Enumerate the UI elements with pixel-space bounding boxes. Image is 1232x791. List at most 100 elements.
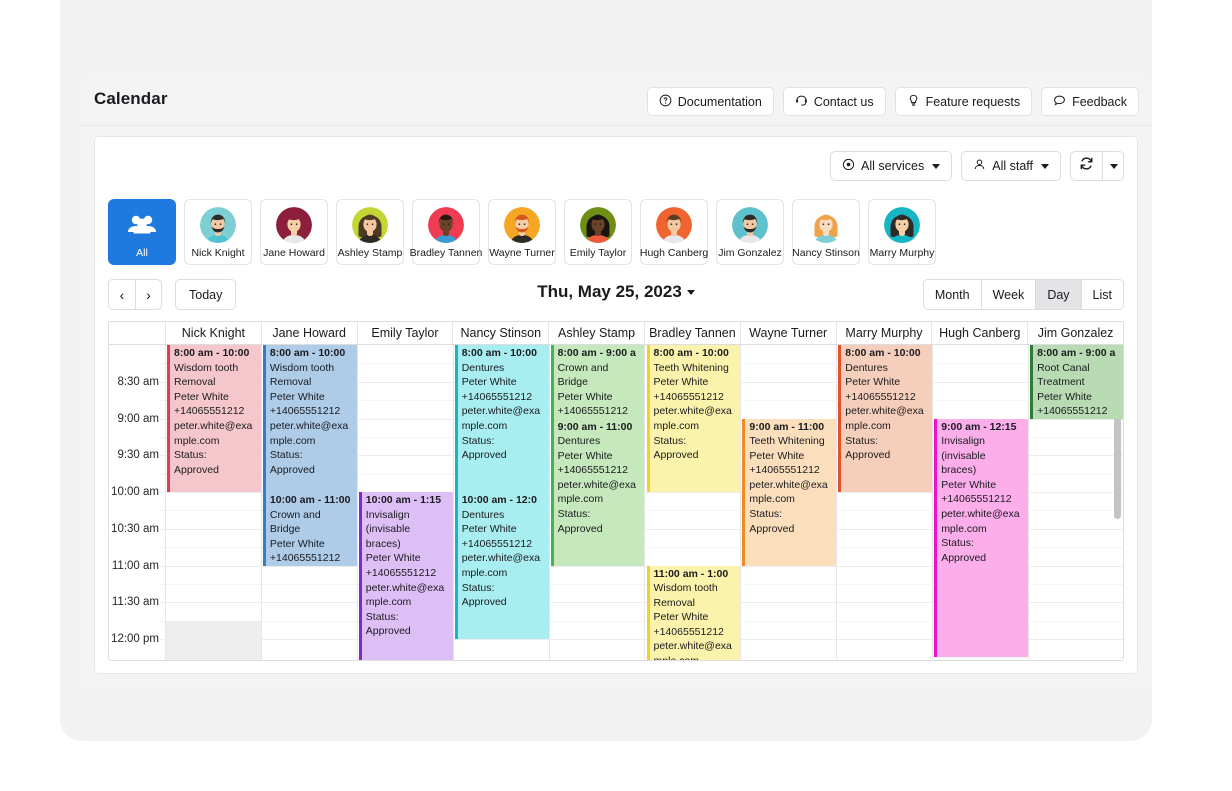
event-detail-line: Dentures (461, 361, 505, 374)
view-button-month[interactable]: Month (922, 279, 981, 310)
grid-line (160, 510, 165, 512)
all-staff-label: All staff (992, 159, 1033, 173)
staff-card-ashley-stamp[interactable]: Ashley Stamp (336, 199, 404, 265)
feature-requests-button[interactable]: Feature requests (894, 87, 1033, 116)
staff-card-label: Bradley Tannen (409, 247, 483, 259)
calendar-event[interactable]: 9:00 am - 11:00 Dentures Peter White +14065… (550, 418, 645, 566)
time-gutter-header (109, 322, 166, 344)
calendar-event[interactable]: 8:00 am - 10:00 Dentures Peter White +14065… (454, 345, 549, 492)
event-detail-line: +14065551212 (174, 405, 245, 418)
event-detail-line: mple.com (365, 596, 412, 609)
time-label: 8:30 am (117, 375, 159, 388)
avatar (352, 207, 388, 243)
event-detail-line: Approved (653, 449, 699, 462)
all-services-dropdown[interactable]: All services (830, 151, 953, 181)
staff-card-label: Jane Howard (263, 247, 325, 259)
event-detail-line: Status: (845, 434, 878, 447)
event-detail-line: Approved (461, 449, 507, 462)
contact-us-button[interactable]: Contact us (782, 87, 886, 116)
event-detail-line: (invisable (365, 523, 411, 536)
calendar-event[interactable]: 10:00 am - 12:0 Dentures Peter White +14065… (454, 492, 549, 639)
staff-card-jane-howard[interactable]: Jane Howard (260, 199, 328, 265)
question-circle-icon (659, 94, 672, 110)
grid-line (160, 565, 165, 567)
staff-card-label: Jim Gonzalez (718, 247, 782, 259)
staff-card-nick-knight[interactable]: Nick Knight (184, 199, 252, 265)
refresh-button[interactable] (1070, 151, 1102, 181)
documentation-button[interactable]: Documentation (646, 87, 774, 116)
target-icon (842, 158, 855, 174)
event-detail-line: Peter White (749, 449, 805, 462)
calendar-event[interactable]: 10:00 am - 1:15 Invisalign (invisable brace… (358, 492, 453, 660)
event-detail-line: Dentures (845, 361, 888, 374)
contact-us-label: Contact us (813, 94, 874, 109)
calendar-event[interactable]: 8:00 am - 9:00 a Crown and Bridge Peter Whi… (550, 345, 645, 419)
event-detail-line: +14065551212 (653, 625, 724, 638)
event-detail-line: mple.com (654, 654, 738, 660)
event-detail-line: Root Canal (1037, 361, 1090, 374)
calendar-event[interactable]: 9:00 am - 11:00 Teeth Whitening Peter Whit… (742, 418, 837, 566)
feature-requests-label: Feature requests (925, 94, 1021, 109)
column-header-wayne-turner: Wayne Turner (741, 322, 837, 344)
lightbulb-icon (907, 94, 920, 110)
event-detail-line: +14065551212 (269, 405, 341, 418)
calendar-event[interactable]: 8:00 am - 10:00 Teeth Whitening Peter Whit… (646, 345, 741, 492)
event-detail-line: Peter White (653, 611, 709, 624)
grid-line (160, 583, 165, 585)
staff-card-marry-murphy[interactable]: Marry Murphy (868, 199, 936, 265)
all-staff-dropdown[interactable]: All staff (961, 151, 1061, 181)
calendar-grid-body[interactable]: 8:30 am 9:00 am 9:30 am 10:00 am 10:30 am 11:… (109, 345, 1123, 660)
calendar-event[interactable]: 9:00 am - 12:15 Invisalign (invisable brace… (934, 418, 1029, 658)
event-detail-line: Wisdom tooth (174, 361, 239, 374)
view-button-week[interactable]: Week (980, 279, 1036, 310)
staff-card-bradley-tannen[interactable]: Bradley Tannen (409, 199, 483, 265)
grid-line (166, 657, 1123, 659)
feedback-button[interactable]: Feedback (1041, 87, 1139, 116)
event-time: 9:00 am - 11:00 (749, 420, 825, 433)
time-label: 12:00 pm (111, 633, 159, 645)
refresh-menu-button[interactable] (1102, 151, 1124, 181)
staff-card-wayne-turner[interactable]: Wayne Turner (488, 199, 556, 265)
calendar-event[interactable]: 8:00 am - 10:00 Wisdom tooth Removal Peter … (167, 345, 261, 492)
event-detail-line: Dentures (557, 435, 601, 448)
event-detail-line: Invisalign (941, 435, 985, 448)
time-label: 9:30 am (117, 449, 159, 462)
staff-card-jim-gonzalez[interactable]: Jim Gonzalez (716, 199, 784, 265)
calendar-card: All services All staff All Nick Knight J… (94, 136, 1138, 674)
event-detail-line: peter.white@exa (461, 405, 541, 418)
event-detail-line: Status: (365, 610, 399, 623)
staff-card-nancy-stinson[interactable]: Nancy Stinson (792, 199, 860, 265)
staff-card-all[interactable]: All (108, 199, 176, 265)
view-button-list[interactable]: List (1080, 279, 1124, 310)
event-detail-line: Approved (557, 522, 603, 535)
staff-card-label: Hugh Canberg (639, 247, 709, 259)
event-detail-line: Bridge (557, 376, 588, 389)
staff-card-emily-taylor[interactable]: Emily Taylor (564, 199, 632, 265)
all-services-label: All services (861, 159, 925, 173)
staff-card-label: Ashley Stamp (337, 247, 403, 259)
event-detail-line: peter.white@exa (653, 640, 732, 653)
day-columns: 8:00 am - 10:00 Wisdom tooth Removal Peter … (166, 345, 1123, 660)
view-button-day[interactable]: Day (1035, 279, 1081, 310)
calendar-event[interactable]: 8:00 am - 9:00 a Root Canal Treatment Peter… (1030, 345, 1123, 419)
event-detail-line: mple.com (461, 419, 508, 432)
staff-card-label: All (136, 247, 148, 259)
event-detail-line: mple.com (557, 493, 604, 506)
calendar-event[interactable]: 8:00 am - 10:00 Dentures Peter White +14065… (838, 345, 933, 492)
event-time: 8:00 am - 10:00 (461, 347, 537, 359)
event-detail-line: Peter White (845, 376, 901, 389)
calendar-event[interactable]: 11:00 am - 1:00 Wisdom tooth Removal Peter … (646, 565, 741, 660)
chevron-down-icon (932, 163, 941, 169)
event-detail-line: Approved (269, 463, 315, 476)
event-detail-line: mple.com (845, 419, 891, 432)
grid-line (160, 528, 165, 530)
event-detail-line: (invisable (941, 449, 986, 462)
calendar-event[interactable]: 8:00 am - 10:00 Wisdom tooth Removal Peter … (262, 345, 357, 492)
calendar-event[interactable]: 10:00 am - 11:00 Crown and Bridge Peter Whi… (262, 492, 357, 566)
grid-line (160, 400, 165, 402)
event-detail-line: Teeth Whitening (653, 361, 729, 374)
event-detail-line: Crown and (557, 361, 609, 374)
event-detail-line: Crown and (269, 508, 321, 521)
staff-card-hugh-canberg[interactable]: Hugh Canberg (640, 199, 708, 265)
event-detail-line: Approved (365, 625, 411, 638)
